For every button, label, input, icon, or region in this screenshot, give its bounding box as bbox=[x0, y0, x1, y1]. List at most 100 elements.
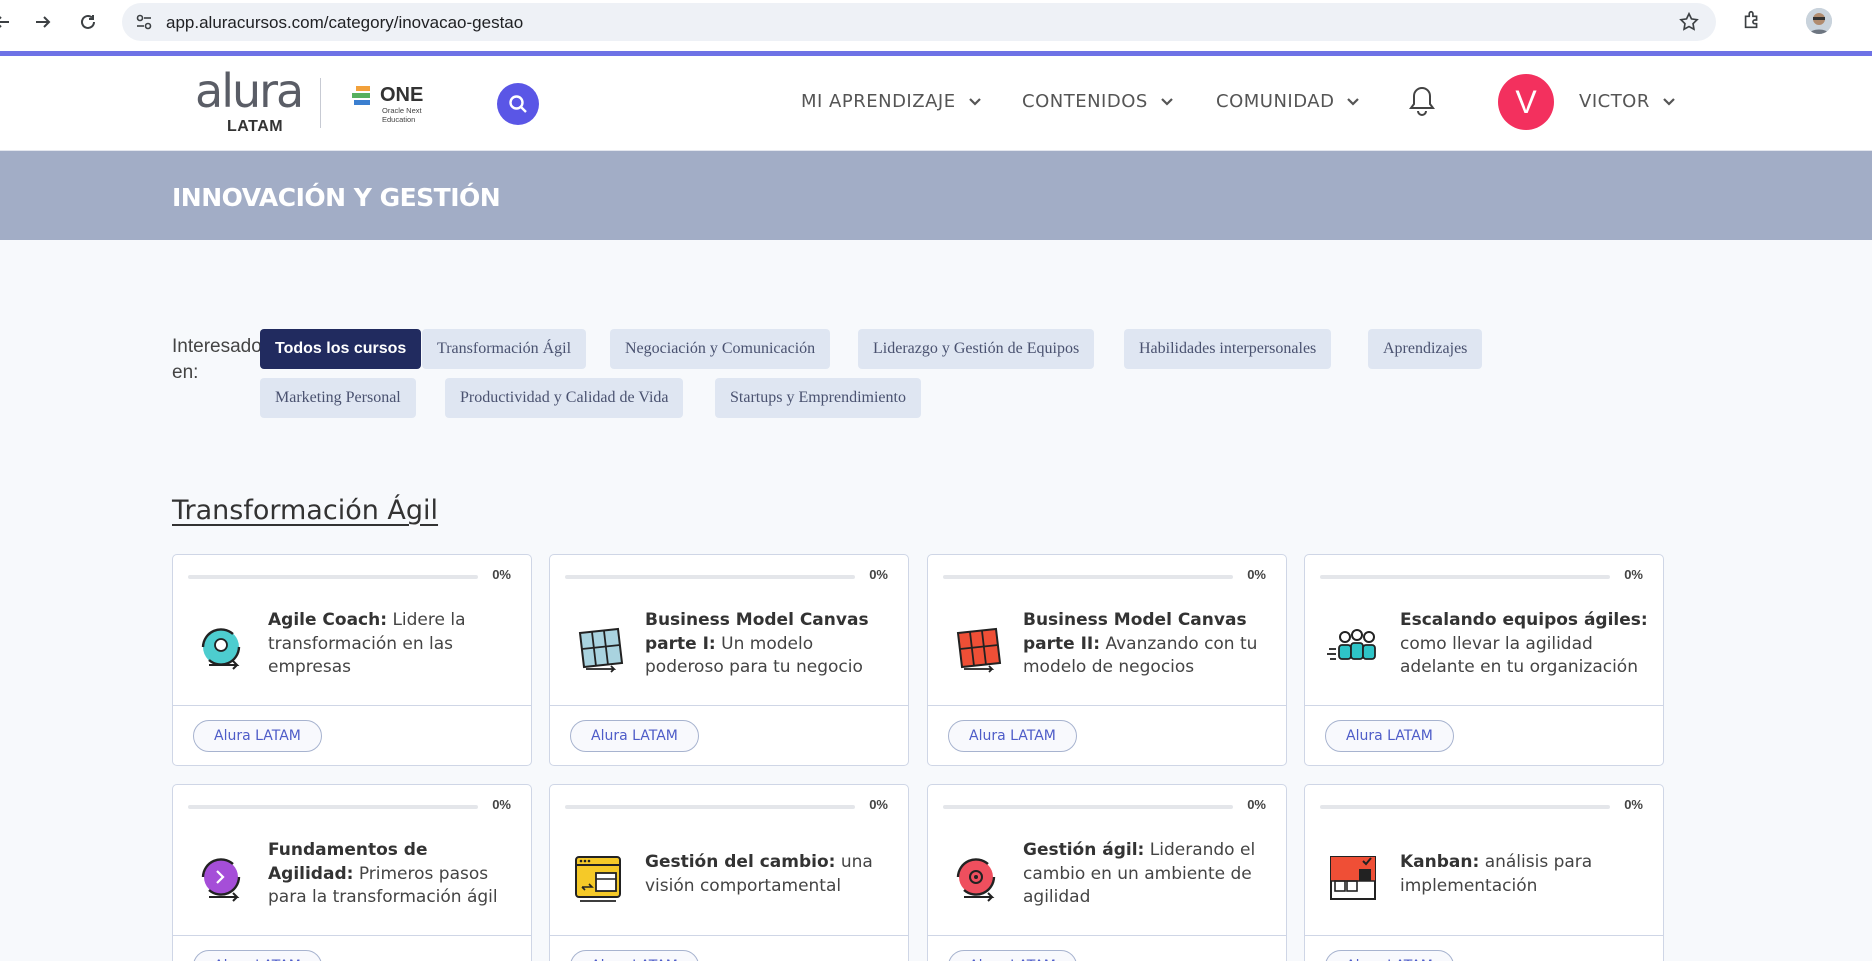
progress-bar bbox=[943, 805, 1233, 809]
course-card[interactable]: 0% Kanban: análisis para implementación … bbox=[1304, 784, 1664, 961]
progress-bar bbox=[565, 805, 855, 809]
course-title-bold: Escalando equipos ágiles: bbox=[1400, 610, 1648, 630]
card-footer: Alura LATAM bbox=[1305, 705, 1663, 765]
card-footer: Alura LATAM bbox=[550, 935, 908, 961]
category-banner: INNOVACIÓN Y GESTIÓN bbox=[0, 151, 1872, 240]
course-card[interactable]: 0% Fundamentos de Agilidad: Primeros pas… bbox=[172, 784, 532, 961]
logo-wordmark: alura bbox=[195, 64, 304, 118]
school-badge[interactable]: Alura LATAM bbox=[193, 950, 322, 961]
course-title-bold: Gestión del cambio: bbox=[645, 852, 836, 872]
course-title: Gestión ágil: Liderando el cambio en un … bbox=[1023, 839, 1273, 910]
course-title: Agile Coach: Lidere la transformación en… bbox=[268, 609, 518, 680]
user-menu[interactable]: VICTOR bbox=[1579, 91, 1676, 112]
menu-contenidos[interactable]: CONTENIDOS bbox=[1022, 91, 1174, 112]
team-icon bbox=[1327, 621, 1383, 677]
address-bar[interactable]: app.aluracursos.com/category/inovacao-ge… bbox=[122, 3, 1716, 41]
school-badge[interactable]: Alura LATAM bbox=[570, 950, 699, 961]
course-title: Kanban: análisis para implementación bbox=[1400, 851, 1650, 898]
card-footer: Alura LATAM bbox=[928, 705, 1286, 765]
school-badge[interactable]: Alura LATAM bbox=[948, 720, 1077, 752]
site-info-icon[interactable] bbox=[134, 12, 154, 37]
progress-percent: 0% bbox=[1247, 797, 1266, 812]
user-avatar[interactable]: V bbox=[1498, 74, 1554, 130]
progress-percent: 0% bbox=[1247, 567, 1266, 582]
filter-chip-transformacion-agil[interactable]: Transformación Ágil bbox=[422, 329, 587, 369]
filter-chip-marketing[interactable]: Marketing Personal bbox=[260, 378, 416, 418]
progress-bar bbox=[188, 575, 478, 579]
one-logo: ONE Oracle Next Education bbox=[352, 84, 423, 124]
progress-percent: 0% bbox=[492, 797, 511, 812]
agility-purple-icon bbox=[195, 851, 251, 907]
progress-bar bbox=[1320, 575, 1610, 579]
bookmark-star-icon[interactable] bbox=[1678, 11, 1700, 38]
agile-red-icon bbox=[950, 851, 1006, 907]
progress-percent: 0% bbox=[1624, 567, 1643, 582]
filter-chip-negociacion[interactable]: Negociación y Comunicación bbox=[610, 329, 831, 369]
reload-icon[interactable] bbox=[74, 8, 102, 36]
interest-label-line2: en: bbox=[172, 362, 199, 383]
course-title: Business Model Canvas parte I: Un modelo… bbox=[645, 609, 895, 680]
one-subtitle: Oracle Next Education bbox=[382, 106, 422, 124]
course-card[interactable]: 0% Gestión del cambio: una visión compor… bbox=[549, 784, 909, 961]
search-icon bbox=[509, 95, 527, 113]
interest-label: Interesado en: bbox=[172, 334, 262, 386]
filter-chip-aprendizajes[interactable]: Aprendizajes bbox=[1368, 329, 1483, 369]
notifications-bell-icon[interactable] bbox=[1407, 84, 1437, 123]
course-card[interactable]: 0% Escalando equipos ágiles: como llevar… bbox=[1304, 554, 1664, 766]
filter-chip-productividad[interactable]: Productividad y Calidad de Vida bbox=[445, 378, 684, 418]
progress-bar bbox=[565, 575, 855, 579]
progress-percent: 0% bbox=[869, 567, 888, 582]
logo-divider bbox=[320, 78, 321, 128]
menu-comunidad[interactable]: COMUNIDAD bbox=[1216, 91, 1360, 112]
card-footer: Alura LATAM bbox=[928, 935, 1286, 961]
course-card[interactable]: 0% Gestión ágil: Liderando el cambio en … bbox=[927, 784, 1287, 961]
kanban-icon bbox=[1327, 851, 1383, 907]
search-button[interactable] bbox=[497, 83, 539, 125]
progress-percent: 0% bbox=[869, 797, 888, 812]
filter-chip-startups[interactable]: Startups y Emprendimiento bbox=[715, 378, 921, 418]
school-badge[interactable]: Alura LATAM bbox=[1325, 950, 1454, 961]
menu-label: CONTENIDOS bbox=[1022, 91, 1148, 112]
course-title: Fundamentos de Agilidad: Primeros pasos … bbox=[268, 839, 518, 910]
chevron-down-icon bbox=[1161, 97, 1173, 106]
school-badge[interactable]: Alura LATAM bbox=[570, 720, 699, 752]
progress-bar bbox=[1320, 805, 1610, 809]
card-footer: Alura LATAM bbox=[173, 705, 531, 765]
filter-chip-liderazgo[interactable]: Liderazgo y Gestión de Equipos bbox=[858, 329, 1095, 369]
section-title[interactable]: Transformación Ágil bbox=[172, 495, 438, 526]
extensions-puzzle-icon[interactable] bbox=[1741, 9, 1763, 36]
forward-arrow-icon[interactable] bbox=[29, 8, 57, 36]
course-card[interactable]: 0% Business Model Canvas parte II: Avanz… bbox=[927, 554, 1287, 766]
browser-profile-avatar[interactable] bbox=[1806, 8, 1832, 34]
card-footer: Alura LATAM bbox=[550, 705, 908, 765]
agile-coach-icon bbox=[195, 621, 251, 677]
course-card[interactable]: 0% Agile Coach: Lidere la transformación… bbox=[172, 554, 532, 766]
logo-latam: LATAM bbox=[227, 118, 284, 135]
alura-latam-logo[interactable]: alura LATAM bbox=[195, 64, 304, 135]
course-title-bold: Gestión ágil: bbox=[1023, 840, 1145, 860]
chevron-down-icon bbox=[968, 97, 981, 106]
course-title: Gestión del cambio: una visión comportam… bbox=[645, 851, 895, 898]
school-badge[interactable]: Alura LATAM bbox=[948, 950, 1077, 961]
card-footer: Alura LATAM bbox=[1305, 935, 1663, 961]
site-header: alura LATAM ONE Oracle Next Education MI… bbox=[0, 56, 1872, 151]
school-badge[interactable]: Alura LATAM bbox=[1325, 720, 1454, 752]
course-title-bold: Agile Coach: bbox=[268, 610, 388, 630]
chevron-down-icon bbox=[1663, 97, 1675, 106]
progress-percent: 0% bbox=[1624, 797, 1643, 812]
canvas-blue-icon bbox=[572, 621, 628, 677]
menu-mi-aprendizaje[interactable]: MI APRENDIZAJE bbox=[801, 91, 982, 112]
course-title: Business Model Canvas parte II: Avanzand… bbox=[1023, 609, 1273, 680]
filter-chip-todos[interactable]: Todos los cursos bbox=[260, 329, 422, 369]
progress-percent: 0% bbox=[492, 567, 511, 582]
school-badge[interactable]: Alura LATAM bbox=[193, 720, 322, 752]
chevron-down-icon bbox=[1347, 97, 1360, 106]
progress-bar bbox=[943, 575, 1233, 579]
filter-chip-habilidades[interactable]: Habilidades interpersonales bbox=[1124, 329, 1332, 369]
back-arrow-icon[interactable] bbox=[0, 8, 16, 36]
browser-toolbar: app.aluracursos.com/category/inovacao-ge… bbox=[0, 0, 1872, 51]
course-title: Escalando equipos ágiles: como llevar la… bbox=[1400, 609, 1650, 680]
course-title-rest: como llevar la agilidad adelante en tu o… bbox=[1400, 633, 1638, 678]
calendar-window-icon bbox=[572, 851, 628, 907]
course-card[interactable]: 0% Business Model Canvas parte I: Un mod… bbox=[549, 554, 909, 766]
